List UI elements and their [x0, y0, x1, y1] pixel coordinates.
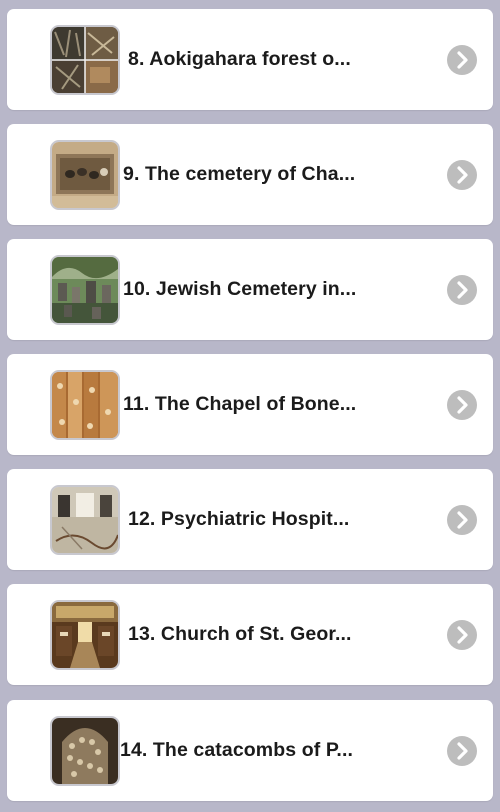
item-title: 9. The cemetery of Cha...	[123, 163, 356, 185]
list-item-10[interactable]: 10. Jewish Cemetery in...	[7, 239, 493, 340]
chevron-right-icon[interactable]	[447, 505, 477, 535]
item-title: 11. The Chapel of Bone...	[123, 393, 357, 415]
thumbnail-image	[50, 370, 120, 440]
item-title: 13. Church of St. Geor...	[128, 623, 352, 645]
thumbnail-image	[50, 255, 120, 325]
list-item-8[interactable]: 8. Aokigahara forest o...	[7, 9, 493, 110]
thumbnail-image	[50, 140, 120, 210]
chevron-right-icon[interactable]	[447, 390, 477, 420]
chevron-right-icon[interactable]	[447, 160, 477, 190]
item-title: 14. The catacombs of P...	[120, 739, 353, 761]
thumbnail-image	[50, 485, 120, 555]
list-item-14[interactable]: 14. The catacombs of P...	[7, 700, 493, 801]
chevron-right-icon[interactable]	[447, 620, 477, 650]
article-list: 8. Aokigahara forest o... 9. The cemeter…	[0, 0, 500, 812]
chevron-right-icon[interactable]	[447, 45, 477, 75]
thumbnail-image	[50, 600, 120, 670]
chevron-right-icon[interactable]	[447, 275, 477, 305]
item-title: 12. Psychiatric Hospit...	[128, 508, 350, 530]
item-title: 8. Aokigahara forest o...	[128, 48, 351, 70]
chevron-right-icon[interactable]	[447, 736, 477, 766]
thumbnail-image	[50, 716, 120, 786]
item-title: 10. Jewish Cemetery in...	[123, 278, 357, 300]
list-item-12[interactable]: 12. Psychiatric Hospit...	[7, 469, 493, 570]
list-item-11[interactable]: 11. The Chapel of Bone...	[7, 354, 493, 455]
list-item-9[interactable]: 9. The cemetery of Cha...	[7, 124, 493, 225]
thumbnail-image	[50, 25, 120, 95]
list-item-13[interactable]: 13. Church of St. Geor...	[7, 584, 493, 685]
